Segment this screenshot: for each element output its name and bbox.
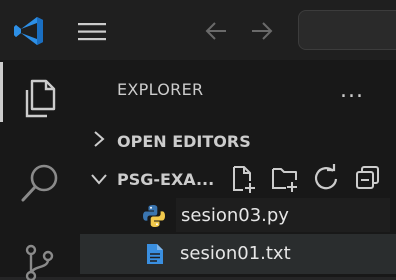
workspace-folder-header[interactable]: PSG-EXA... xyxy=(117,170,214,189)
source-control-icon[interactable] xyxy=(22,244,58,280)
chevron-right-icon[interactable] xyxy=(92,130,106,148)
chevron-down-icon[interactable] xyxy=(90,172,108,186)
explorer-title: EXPLORER xyxy=(117,80,204,99)
vscode-logo-icon xyxy=(12,14,46,48)
back-arrow-icon[interactable] xyxy=(204,20,228,42)
menu-icon[interactable] xyxy=(78,22,108,42)
collapse-all-icon[interactable] xyxy=(354,164,382,192)
file-name-label: sesion01.txt xyxy=(180,243,291,264)
text-file-icon xyxy=(146,243,164,265)
rename-file-input[interactable] xyxy=(176,198,390,232)
forward-arrow-icon[interactable] xyxy=(250,20,274,42)
explorer-files-icon[interactable] xyxy=(20,78,60,120)
command-center-search[interactable] xyxy=(298,10,396,50)
search-icon[interactable] xyxy=(20,162,62,204)
active-view-indicator xyxy=(0,62,3,122)
new-file-icon[interactable] xyxy=(230,164,258,194)
new-folder-icon[interactable] xyxy=(270,164,300,194)
refresh-icon[interactable] xyxy=(312,164,340,192)
python-file-icon xyxy=(142,204,166,228)
open-editors-header[interactable]: OPEN EDITORS xyxy=(117,132,251,151)
more-actions-icon[interactable]: ... xyxy=(340,78,364,103)
